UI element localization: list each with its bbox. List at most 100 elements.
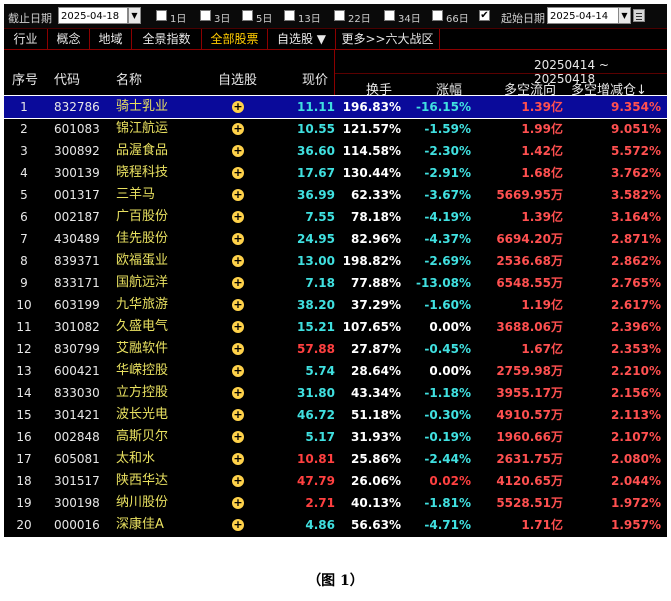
add-watchlist-icon[interactable]: +: [232, 387, 244, 399]
table-row[interactable]: 1 832786 骑士乳业 +11.11 196.83% -16.15% 1.39亿 9.35…: [4, 95, 667, 119]
period-checkbox[interactable]: [156, 10, 167, 21]
add-watchlist-icon[interactable]: +: [232, 497, 244, 509]
table-row[interactable]: 17 605081 太和水 +10.81 25.86% -2.44% 2631.75万 2.0…: [4, 448, 667, 470]
table-row[interactable]: 5 001317 三羊马 +36.99 62.33% -3.67% 5669.95万 3.58…: [4, 184, 667, 206]
add-watchlist-icon[interactable]: +: [232, 233, 244, 245]
stock-name: 太和水: [116, 451, 156, 466]
table-row[interactable]: 14 833030 立方控股 +31.80 43.34% -1.18% 3955.17万 2.…: [4, 382, 667, 404]
start-date-field[interactable]: 2025-04-14: [547, 7, 619, 24]
end-date-field[interactable]: 2025-04-18: [58, 7, 128, 24]
add-watchlist-icon[interactable]: +: [232, 101, 244, 113]
tab-0[interactable]: 行业: [4, 29, 48, 50]
add-watchlist-icon[interactable]: +: [232, 519, 244, 531]
change-value: -4.71%: [424, 518, 471, 532]
table-row[interactable]: 8 839371 欧福蛋业 +13.00 198.82% -2.69% 2536.68万 2.…: [4, 250, 667, 272]
period-checkbox[interactable]: [384, 10, 395, 21]
add-watchlist-icon[interactable]: +: [232, 211, 244, 223]
table-row[interactable]: 7 430489 佳先股份 +24.95 82.96% -4.37% 6694.20万 2.8…: [4, 228, 667, 250]
period-checkbox[interactable]: [334, 10, 345, 21]
position-change-value: 9.051%: [611, 122, 661, 136]
flow-amount: 2536.68: [496, 254, 551, 268]
col-code[interactable]: 代码: [54, 69, 80, 88]
add-watchlist-icon[interactable]: +: [232, 409, 244, 421]
start-date-checkbox[interactable]: ✔: [479, 10, 490, 21]
add-watchlist-icon[interactable]: +: [232, 431, 244, 443]
col-name[interactable]: 名称: [116, 69, 142, 88]
period-label: 22日: [348, 14, 371, 25]
table-row[interactable]: 20 000016 深康佳A +4.86 56.63% -4.71% 1.71亿 1.957%: [4, 514, 667, 536]
period-checkbox[interactable]: [432, 10, 443, 21]
change-value: -2.30%: [424, 144, 471, 158]
tab-5[interactable]: 自选股 ▼: [268, 29, 336, 50]
table-row[interactable]: 15 301421 波长光电 +46.72 51.18% -0.30% 4910.57万 2.…: [4, 404, 667, 426]
figure-caption: （图 1）: [307, 573, 364, 589]
tab-6[interactable]: 更多>>六大战区: [336, 29, 440, 50]
col-idx[interactable]: 序号: [12, 69, 38, 88]
period-checkbox[interactable]: [242, 10, 253, 21]
flow-value: 1.19亿: [521, 294, 563, 316]
flow-unit: 亿: [550, 342, 563, 356]
turnover-value: 27.87%: [351, 342, 401, 356]
add-watchlist-icon[interactable]: +: [232, 123, 244, 135]
table-row[interactable]: 18 301517 陕西华达 +47.79 26.06% 0.02% 4120.65万 2.0…: [4, 470, 667, 492]
table-row[interactable]: 19 300198 纳川股份 +2.71 40.13% -1.81% 5528.51万 1.9…: [4, 492, 667, 514]
table-row[interactable]: 4 300139 晓程科技 +17.67 130.44% -2.91% 1.68亿 3.762…: [4, 162, 667, 184]
flow-amount: 3688.06: [496, 320, 551, 334]
tab-2[interactable]: 地域: [90, 29, 132, 50]
row-index: 19: [16, 496, 32, 510]
add-watchlist-icon[interactable]: +: [232, 475, 244, 487]
add-watchlist-icon[interactable]: +: [232, 321, 244, 333]
stock-name: 晓程科技: [116, 165, 169, 180]
table-row[interactable]: 12 830799 艾融软件 +57.88 27.87% -0.45% 1.67亿 2.353…: [4, 338, 667, 360]
position-change-value: 2.044%: [611, 474, 661, 488]
position-change-value: 2.353%: [611, 342, 661, 356]
table-row[interactable]: 13 600421 华嵘控股 +5.74 28.64% 0.00% 2759.98万 2.21…: [4, 360, 667, 382]
change-value: -0.19%: [424, 430, 471, 444]
stock-code: 300139: [54, 166, 100, 180]
chevron-down-icon[interactable]: ▼: [618, 7, 631, 24]
add-watchlist-icon[interactable]: +: [232, 365, 244, 377]
turnover-value: 26.06%: [351, 474, 401, 488]
add-watchlist-icon[interactable]: +: [232, 277, 244, 289]
add-watchlist-icon[interactable]: +: [232, 299, 244, 311]
turnover-value: 78.18%: [351, 210, 401, 224]
table-row[interactable]: 3 300892 品渥食品 +36.60 114.58% -2.30% 1.42亿 5.572…: [4, 140, 667, 162]
table-row[interactable]: 11 301082 久盛电气 +15.21 107.65% 0.00% 3688.06万 2.…: [4, 316, 667, 338]
row-index: 13: [16, 364, 32, 378]
flow-amount: 1.71: [521, 518, 551, 532]
flow-unit: 亿: [550, 144, 563, 158]
calendar-icon[interactable]: [633, 9, 645, 22]
flow-amount: 1960.66: [496, 430, 551, 444]
tab-1[interactable]: 概念: [48, 29, 90, 50]
flow-amount: 1.67: [521, 342, 551, 356]
table-row[interactable]: 10 603199 九华旅游 +38.20 37.29% -1.60% 1.19亿 2.617…: [4, 294, 667, 316]
add-watchlist-icon[interactable]: +: [232, 453, 244, 465]
chevron-down-icon[interactable]: ▼: [128, 7, 141, 24]
col-watchlist[interactable]: 自选股: [218, 69, 257, 88]
table-row[interactable]: 16 002848 高斯贝尔 +5.17 31.93% -0.19% 1960.66万 2.1…: [4, 426, 667, 448]
col-price[interactable]: 现价: [302, 69, 328, 88]
period-checkbox[interactable]: [200, 10, 211, 21]
flow-amount: 5528.51: [496, 496, 551, 510]
period-checkbox[interactable]: [284, 10, 295, 21]
add-watchlist-icon[interactable]: +: [232, 145, 244, 157]
table-row[interactable]: 2 601083 锦江航运 +10.55 121.57% -1.59% 1.99亿 9.051…: [4, 118, 667, 140]
stock-name: 国航远洋: [116, 275, 169, 290]
add-watchlist-icon[interactable]: +: [232, 343, 244, 355]
table-row[interactable]: 9 833171 国航远洋 +7.18 77.88% -13.08% 6548.55万 2.7…: [4, 272, 667, 294]
add-watchlist-icon[interactable]: +: [232, 189, 244, 201]
stock-code: 002848: [54, 430, 100, 444]
change-value: -4.37%: [424, 232, 471, 246]
change-value: -4.19%: [424, 210, 471, 224]
stock-code: 301421: [54, 408, 100, 422]
add-watchlist-icon[interactable]: +: [232, 255, 244, 267]
add-watchlist-icon[interactable]: +: [232, 167, 244, 179]
tab-4[interactable]: 全部股票: [202, 29, 268, 50]
turnover-value: 56.63%: [351, 518, 401, 532]
table-row[interactable]: 6 002187 广百股份 +7.55 78.18% -4.19% 1.39亿 3.164%: [4, 206, 667, 228]
stock-name: 久盛电气: [116, 319, 169, 334]
tab-3[interactable]: 全景指数: [132, 29, 202, 50]
price-value: 17.67: [297, 166, 335, 180]
stock-code: 833171: [54, 276, 100, 290]
flow-unit: 万: [550, 276, 563, 290]
